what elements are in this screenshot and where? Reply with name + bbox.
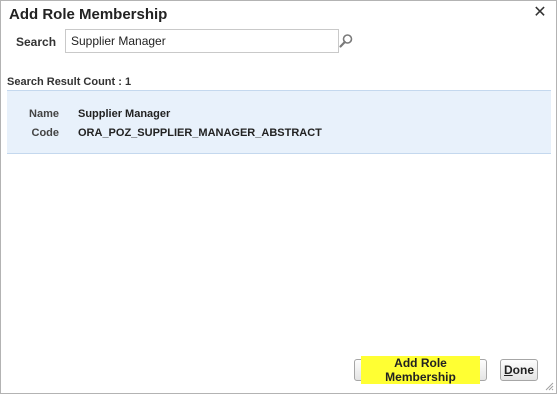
- add-role-membership-button[interactable]: Add Role Membership: [354, 356, 487, 384]
- add-role-membership-button-label: Add Role Membership: [361, 356, 480, 384]
- add-role-membership-dialog: Add Role Membership ✕ Search Search Resu…: [0, 0, 557, 394]
- search-result-count: Search Result Count : 1: [7, 76, 132, 88]
- result-list-item[interactable]: Name Supplier Manager Code ORA_POZ_SUPPL…: [7, 90, 551, 154]
- result-name-value: Supplier Manager: [78, 108, 171, 120]
- search-label: Search: [16, 35, 57, 49]
- dialog-title: Add Role Membership: [9, 6, 168, 23]
- search-row: Search: [1, 29, 556, 55]
- done-button-mnemonic: D: [504, 363, 513, 377]
- result-code-value: ORA_POZ_SUPPLIER_MANAGER_ABSTRACT: [78, 127, 322, 139]
- done-button-label-rest: one: [512, 363, 535, 377]
- dialog-footer: Add Role Membership Done: [1, 353, 556, 393]
- close-icon[interactable]: ✕: [533, 5, 547, 21]
- dialog-title-bar: Add Role Membership ✕: [1, 1, 556, 29]
- search-icon[interactable]: [338, 33, 354, 49]
- resize-grip-icon[interactable]: [544, 381, 554, 391]
- result-code-label: Code: [31, 127, 60, 139]
- done-button[interactable]: Done: [500, 359, 538, 381]
- search-input[interactable]: [65, 29, 339, 53]
- result-name-label: Name: [29, 108, 59, 120]
